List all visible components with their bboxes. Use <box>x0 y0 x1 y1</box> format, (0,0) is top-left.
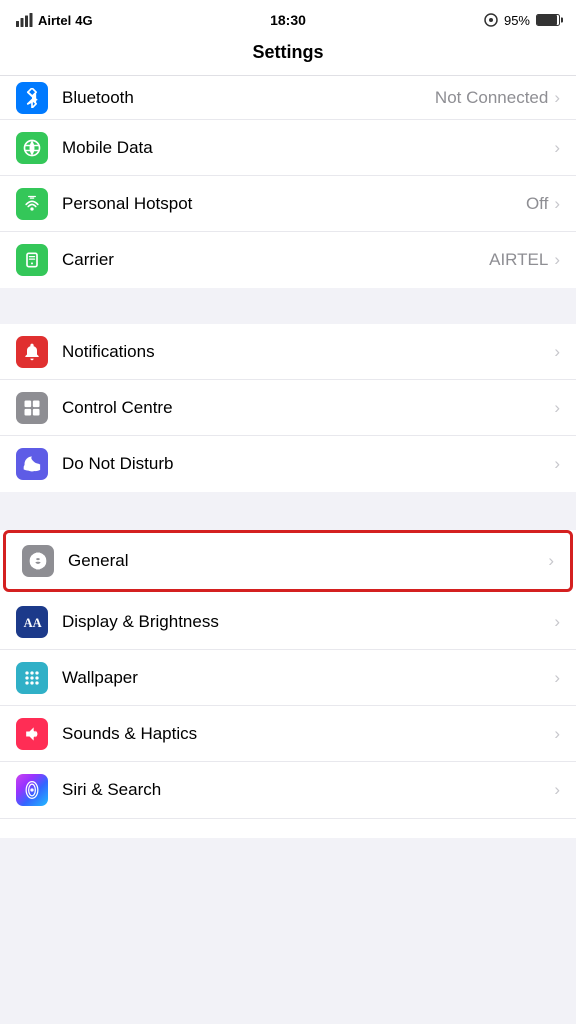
status-right: 95% <box>484 13 560 28</box>
personal-hotspot-label: Personal Hotspot <box>62 194 526 214</box>
network-label: 4G <box>75 13 92 28</box>
carrier-icon <box>16 244 48 276</box>
siri-search-label: Siri & Search <box>62 780 554 800</box>
do-not-disturb-chevron: › <box>554 454 560 474</box>
settings-row-carrier[interactable]: Carrier AIRTEL › <box>0 232 576 288</box>
carrier-label: Carrier <box>62 250 489 270</box>
settings-row-sounds-haptics[interactable]: Sounds & Haptics › <box>0 706 576 762</box>
siri-search-icon <box>16 774 48 806</box>
sounds-haptics-chevron: › <box>554 724 560 744</box>
display-brightness-chevron: › <box>554 612 560 632</box>
display-brightness-label: Display & Brightness <box>62 612 554 632</box>
control-centre-icon <box>16 392 48 424</box>
sounds-haptics-icon <box>16 718 48 750</box>
notifications-chevron: › <box>554 342 560 362</box>
svg-text:AA: AA <box>24 616 42 630</box>
mobile-data-label: Mobile Data <box>62 138 554 158</box>
bottom-partial <box>0 818 576 838</box>
carrier-chevron: › <box>554 250 560 270</box>
bluetooth-label: Bluetooth <box>62 88 435 108</box>
notifications-icon <box>16 336 48 368</box>
settings-row-bluetooth[interactable]: Bluetooth Not Connected › <box>0 76 576 120</box>
bluetooth-icon <box>16 82 48 114</box>
location-icon <box>484 13 498 27</box>
notifications-label: Notifications <box>62 342 554 362</box>
group-separator-1 <box>0 288 576 324</box>
sounds-haptics-label: Sounds & Haptics <box>62 724 554 744</box>
general-icon <box>22 545 54 577</box>
battery-icon <box>536 14 560 26</box>
control-centre-label: Control Centre <box>62 398 554 418</box>
status-bar: Airtel 4G 18:30 95% <box>0 0 576 36</box>
control-centre-chevron: › <box>554 398 560 418</box>
carrier-value: AIRTEL <box>489 250 548 270</box>
display-brightness-icon: AA <box>16 606 48 638</box>
settings-row-wallpaper[interactable]: Wallpaper › <box>0 650 576 706</box>
battery-percent: 95% <box>504 13 530 28</box>
page-title: Settings <box>252 42 323 62</box>
settings-row-personal-hotspot[interactable]: Personal Hotspot Off › <box>0 176 576 232</box>
settings-row-general[interactable]: General › <box>6 533 570 589</box>
status-time: 18:30 <box>270 12 306 28</box>
bluetooth-value: Not Connected <box>435 88 548 108</box>
signal-icon <box>16 13 34 27</box>
mobile-data-icon <box>16 132 48 164</box>
settings-row-siri-search[interactable]: Siri & Search › <box>0 762 576 818</box>
wallpaper-chevron: › <box>554 668 560 688</box>
wallpaper-icon <box>16 662 48 694</box>
bluetooth-chevron: › <box>554 88 560 108</box>
status-carrier: Airtel 4G <box>16 13 93 28</box>
settings-row-mobile-data[interactable]: Mobile Data › <box>0 120 576 176</box>
general-chevron: › <box>548 551 554 571</box>
do-not-disturb-icon <box>16 448 48 480</box>
personal-hotspot-chevron: › <box>554 194 560 214</box>
settings-row-control-centre[interactable]: Control Centre › <box>0 380 576 436</box>
wallpaper-label: Wallpaper <box>62 668 554 688</box>
general-highlight-wrapper: General › <box>3 530 573 592</box>
connectivity-group: Bluetooth Not Connected › Mobile Data › <box>0 76 576 288</box>
hotspot-icon <box>16 188 48 220</box>
carrier-label: Airtel <box>38 13 71 28</box>
general-label: General <box>68 551 548 571</box>
siri-search-chevron: › <box>554 780 560 800</box>
settings-row-display-brightness[interactable]: AA Display & Brightness › <box>0 594 576 650</box>
group-separator-2 <box>0 492 576 528</box>
system-group: Notifications › Control Centre › <box>0 324 576 492</box>
mobile-data-chevron: › <box>554 138 560 158</box>
personal-hotspot-value: Off <box>526 194 548 214</box>
settings-row-do-not-disturb[interactable]: Do Not Disturb › <box>0 436 576 492</box>
general-group: General › AA Display & Brightness › <box>0 530 576 818</box>
nav-bar: Settings <box>0 36 576 76</box>
settings-row-notifications[interactable]: Notifications › <box>0 324 576 380</box>
do-not-disturb-label: Do Not Disturb <box>62 454 554 474</box>
